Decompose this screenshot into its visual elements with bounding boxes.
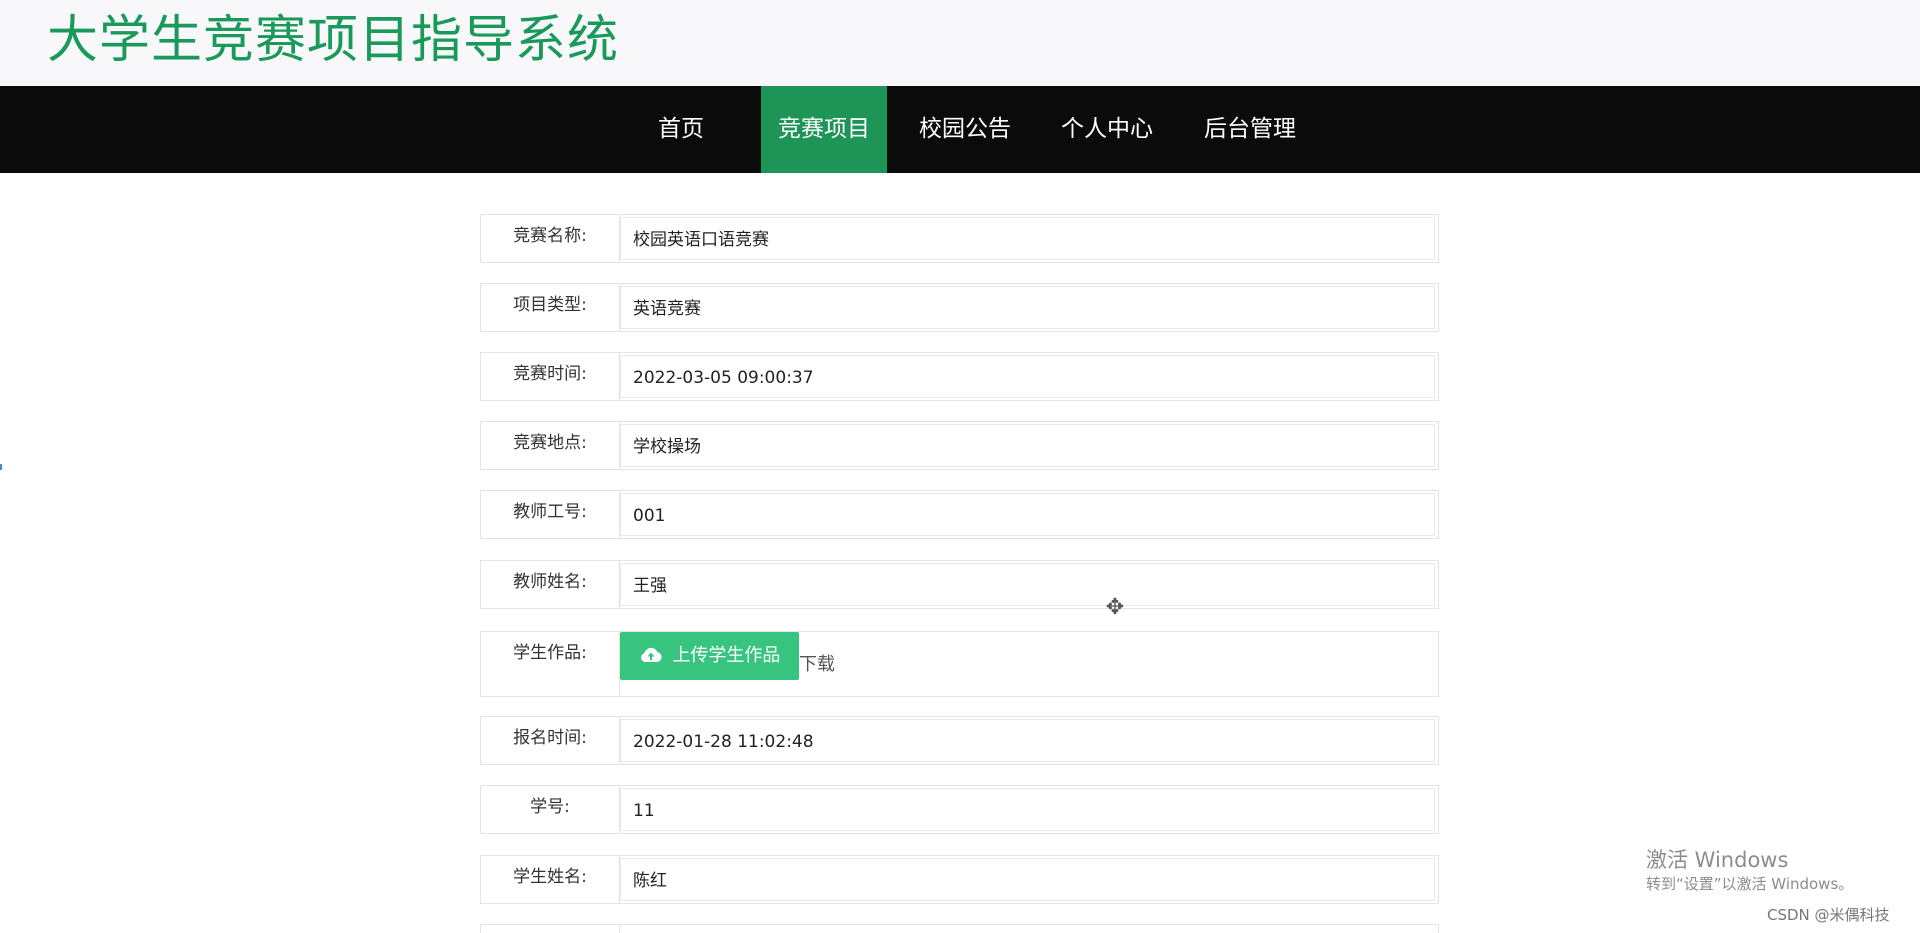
field-label: 竞赛地点: <box>481 422 620 469</box>
field-label: 报名时间: <box>481 717 620 764</box>
field-row-student-work: 学生作品: 上传学生作品 下载 <box>480 631 1439 697</box>
competition-name-field[interactable]: 校园英语口语竞赛 <box>620 217 1435 260</box>
field-row-partial <box>480 924 1439 933</box>
field-label: 教师姓名: <box>481 561 620 608</box>
watermark-line-1: 激活 Windows <box>1646 848 1789 872</box>
site-header: 大学生竞赛项目指导系统 <box>0 0 1920 86</box>
field-row-student-id: 学号: 11 <box>480 785 1439 834</box>
nav-item-home[interactable]: 首页 <box>641 86 721 173</box>
field-row-registration-time: 报名时间: 2022-01-28 11:02:48 <box>480 716 1439 765</box>
cloud-upload-icon <box>639 645 669 666</box>
edge-marker <box>0 464 2 470</box>
field-label: 项目类型: <box>481 284 620 331</box>
field-row-teacher-id: 教师工号: 001 <box>480 490 1439 539</box>
upload-button-label: 上传学生作品 <box>672 645 781 666</box>
field-row-student-name: 学生姓名: 陈红 <box>480 855 1439 904</box>
field-label: 竞赛时间: <box>481 353 620 400</box>
field-row-competition-name: 竞赛名称: 校园英语口语竞赛 <box>480 214 1439 263</box>
watermark-line-2: 转到“设置”以激活 Windows。 <box>1646 875 1854 893</box>
nav-item-admin[interactable]: 后台管理 <box>1195 86 1305 173</box>
field-row-teacher-name: 教师姓名: 王强 <box>480 560 1439 609</box>
student-id-field[interactable]: 11 <box>620 788 1435 831</box>
field-row-competition-location: 竞赛地点: 学校操场 <box>480 421 1439 470</box>
competition-time-field[interactable]: 2022-03-05 09:00:37 <box>620 355 1435 398</box>
field-row-project-type: 项目类型: 英语竞赛 <box>480 283 1439 332</box>
move-cursor-icon: ✥ <box>1105 595 1125 620</box>
upload-student-work-button[interactable]: 上传学生作品 <box>620 632 799 680</box>
project-type-field[interactable]: 英语竞赛 <box>620 286 1435 329</box>
nav-item-profile[interactable]: 个人中心 <box>1052 86 1162 173</box>
field-label-partial <box>481 925 620 933</box>
field-label: 学号: <box>481 786 620 833</box>
main-nav: 首页 竞赛项目 校园公告 个人中心 后台管理 <box>0 86 1920 173</box>
credit-text: CSDN @米偶科技 <box>1767 906 1890 924</box>
site-title: 大学生竞赛项目指导系统 <box>47 11 620 70</box>
student-name-field[interactable]: 陈红 <box>620 858 1435 901</box>
field-label: 学生姓名: <box>481 856 620 903</box>
field-label: 教师工号: <box>481 491 620 538</box>
windows-activation-watermark: 激活 Windows 转到“设置”以激活 Windows。 <box>1646 847 1853 895</box>
teacher-id-field[interactable]: 001 <box>620 493 1435 536</box>
teacher-name-field[interactable]: 王强 <box>620 563 1435 606</box>
field-label: 学生作品: <box>481 632 620 696</box>
field-label: 竞赛名称: <box>481 215 620 262</box>
competition-location-field[interactable]: 学校操场 <box>620 424 1435 467</box>
nav-item-announcements[interactable]: 校园公告 <box>910 86 1020 173</box>
nav-item-competitions[interactable]: 竞赛项目 <box>761 86 887 173</box>
registration-time-field[interactable]: 2022-01-28 11:02:48 <box>620 719 1435 762</box>
field-row-competition-time: 竞赛时间: 2022-03-05 09:00:37 <box>480 352 1439 401</box>
download-link[interactable]: 下载 <box>799 650 835 676</box>
